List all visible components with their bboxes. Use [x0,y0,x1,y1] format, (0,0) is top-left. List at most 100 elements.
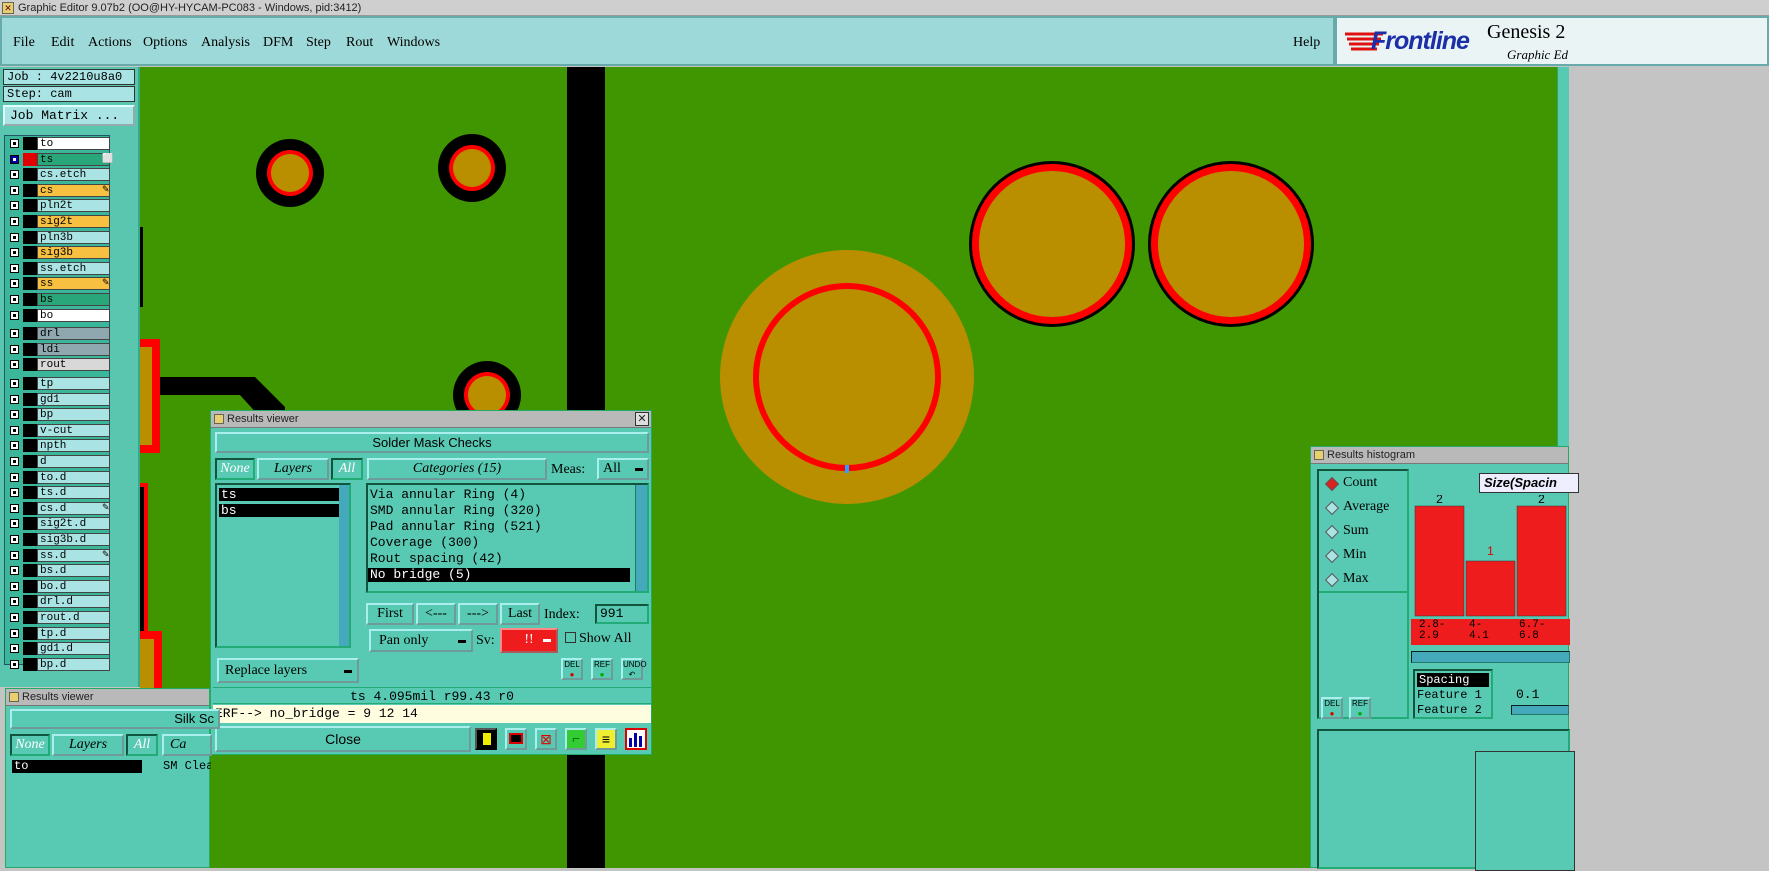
menu-actions[interactable]: Actions [88,35,132,51]
index-input[interactable]: 991 [595,604,649,624]
exclude-icon[interactable]: ⊠ [535,728,557,750]
categories-button-2[interactable]: Ca [162,734,212,756]
layer-checkbox[interactable] [10,581,19,591]
layer-checkbox[interactable] [10,535,19,544]
radio-average-icon[interactable] [1324,500,1340,516]
layer-row-ss[interactable]: ss ✎ [7,277,110,291]
pad-large-2[interactable] [1148,161,1314,327]
radio-sum-icon[interactable] [1324,524,1340,540]
layer-name[interactable]: rout [37,358,110,372]
layer-row-bp.d[interactable]: bp.d [7,657,110,671]
layer-checkbox[interactable] [10,295,19,304]
layer-row-v-cut[interactable]: v-cut [7,423,110,437]
layer-color-swatch[interactable] [23,261,37,275]
layer-name[interactable]: sig3b.d [37,533,110,546]
layer-name[interactable]: sig2t.d [37,517,110,531]
close-icon[interactable]: ✕ [635,412,649,426]
step-icon[interactable]: ⌐ [565,728,587,750]
layer-checkbox[interactable] [10,201,19,211]
next-button[interactable]: ---> [458,603,498,625]
layer-row-bo.d[interactable]: bo.d [7,579,110,593]
scrollbar[interactable] [635,485,647,591]
layer-checkbox[interactable] [10,263,19,273]
meas-dropdown[interactable]: All [597,458,649,480]
categories-button[interactable]: Categories (15) [367,458,547,480]
layer-name[interactable]: tp [37,377,110,390]
layer-color-swatch[interactable] [23,642,37,656]
layer-row-bp[interactable]: bp [7,408,110,422]
layer-checkbox[interactable] [10,441,19,451]
layer-color-swatch[interactable] [23,439,37,453]
close-button[interactable]: Close [215,726,471,752]
pad-small-1[interactable] [256,139,324,207]
first-button[interactable]: First [366,603,414,625]
layer-checkbox[interactable] [10,644,19,654]
layer-color-swatch[interactable] [23,377,37,390]
layer-name[interactable]: rout.d [37,611,110,624]
prop-item[interactable]: Feature 2 [1417,703,1482,717]
layer-list-item[interactable]: to [12,760,142,773]
layer-color-swatch[interactable] [23,626,37,640]
layer-row-ts[interactable]: ts ⬜ [7,152,113,166]
layer-row-drl.d[interactable]: drl.d [7,595,110,609]
category-item[interactable]: Pad annular Ring (521) [370,519,542,535]
layer-checkbox[interactable] [10,659,19,669]
layer-color-swatch[interactable] [23,595,37,609]
notes-icon[interactable]: ≡ [595,728,617,750]
none-button-2[interactable]: None [10,734,50,756]
layer-name[interactable]: bo [37,308,110,322]
hist-del-button[interactable]: DEL ● [1321,697,1343,719]
check-set-title[interactable]: Solder Mask Checks [215,432,649,453]
monitor-icon[interactable] [505,728,527,750]
layer-color-swatch[interactable] [23,611,37,624]
show-all-checkbox[interactable] [565,632,576,643]
layer-name[interactable]: to.d [37,470,110,484]
layer-row-sig3b.d[interactable]: sig3b.d [7,533,110,546]
layer-name[interactable]: pln3b [37,230,110,244]
menu-edit[interactable]: Edit [51,35,74,51]
layer-color-swatch[interactable] [23,501,37,515]
layer-name[interactable]: cs.d [37,501,110,515]
layers-list[interactable]: ts bs [215,483,351,648]
layer-name[interactable]: npth [37,439,110,453]
layer-color-swatch[interactable] [23,548,37,562]
layer-color-swatch[interactable] [23,168,37,182]
scale-slider[interactable] [1511,705,1569,715]
layer-row-sig3b[interactable]: sig3b [7,246,110,260]
histogram-chart[interactable]: 2 1 2 [1411,495,1570,619]
layer-checkbox[interactable] [10,410,19,420]
histogram-icon[interactable] [625,728,647,750]
layer-color-swatch[interactable] [23,657,37,671]
layer-row-tp.d[interactable]: tp.d [7,626,110,640]
layer-color-swatch[interactable] [23,533,37,546]
mode-count[interactable]: Count [1343,475,1377,491]
layer-row-bs[interactable]: bs [7,293,110,306]
category-item[interactable]: Coverage (300) [370,535,479,551]
layer-name[interactable]: ts [37,152,110,166]
histogram-bar[interactable] [1465,560,1516,617]
mode-sum[interactable]: Sum [1343,523,1369,539]
layer-color-swatch[interactable] [23,358,37,372]
layer-row-ss.etch[interactable]: ss.etch [7,261,110,275]
layer-row-bo[interactable]: bo [7,308,110,322]
layer-color-swatch[interactable] [23,423,37,437]
layer-checkbox[interactable] [10,170,19,180]
histogram-bar[interactable] [1414,505,1465,617]
layer-name[interactable]: bp.d [37,657,110,671]
layer-name[interactable]: ss.d [37,548,110,562]
layer-checkbox[interactable] [10,550,19,560]
layer-checkbox[interactable] [10,425,19,435]
prop-item-selected[interactable]: Spacing [1417,673,1489,687]
layer-name[interactable]: ts.d [37,486,110,500]
layer-row-d[interactable]: d [7,455,110,468]
layer-color-swatch[interactable] [23,293,37,306]
layer-color-swatch[interactable] [23,486,37,500]
layer-row-cs[interactable]: cs ✎ [7,183,110,197]
layer-name[interactable]: ss [37,277,110,291]
layer-checkbox[interactable] [10,279,19,289]
layer-color-swatch[interactable] [23,230,37,244]
category-item[interactable]: Rout spacing (42) [370,551,503,567]
layer-row-sig2t.d[interactable]: sig2t.d [7,517,110,531]
layer-row-gd1[interactable]: gd1 [7,392,110,406]
all-button-2[interactable]: All [126,734,158,756]
